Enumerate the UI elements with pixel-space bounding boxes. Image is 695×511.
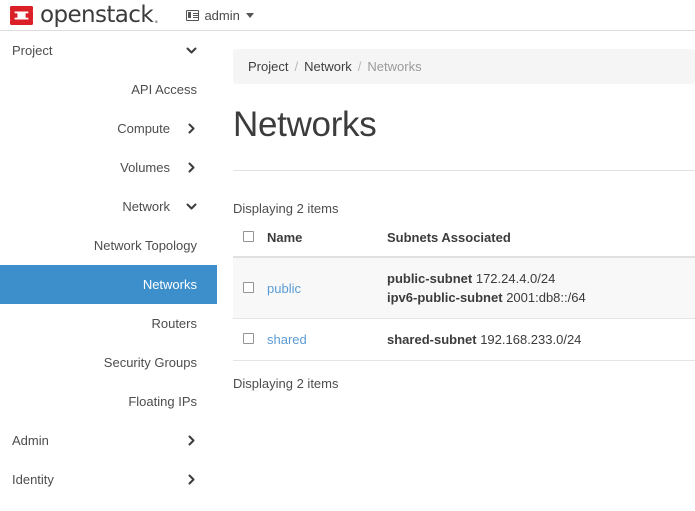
breadcrumb: Project / Network / Networks [233, 49, 695, 84]
row-select-cell [233, 318, 267, 361]
chevron-right-icon [186, 123, 197, 134]
breadcrumb-item-networks: Networks [367, 59, 422, 74]
top-header-bar: openstack. admin [0, 0, 695, 31]
sidebar-item-network[interactable]: Network [0, 187, 217, 226]
row-checkbox[interactable] [243, 281, 254, 293]
select-all-checkbox[interactable] [243, 231, 254, 242]
breadcrumb-separator: / [294, 59, 299, 74]
chevron-down-icon [186, 45, 197, 56]
table-top-count: Displaying 2 items [233, 201, 339, 216]
sidebar-item-network-topology[interactable]: Network Topology [0, 226, 217, 265]
subnet-entry: ipv6-public-subnet 2001:db8::/64 [387, 288, 695, 307]
sidebar-item-label: Routers [151, 316, 197, 331]
sidebar-item-label: Network [122, 199, 170, 214]
row-subnets-cell: shared-subnet 192.168.233.0/24 [387, 318, 695, 361]
sidebar-item-project[interactable]: Project [0, 31, 217, 70]
table-row: public public-subnet 172.24.4.0/24 ipv6-… [233, 257, 695, 319]
caret-down-icon [245, 12, 254, 18]
sidebar-item-label: Identity [12, 472, 54, 487]
chevron-right-icon [186, 474, 197, 485]
table-header-subnets[interactable]: Subnets Associated [387, 230, 695, 258]
brand-logo[interactable]: openstack. [9, 2, 159, 29]
user-menu-label: admin [204, 7, 240, 23]
sidebar-item-volumes[interactable]: Volumes [0, 148, 217, 187]
sidebar-item-label: Security Groups [103, 355, 197, 370]
sidebar-item-label: Volumes [120, 160, 170, 175]
subnet-cidr: 192.168.233.0/24 [480, 332, 582, 347]
sidebar-item-identity[interactable]: Identity [0, 460, 217, 499]
table-bottom-count: Displaying 2 items [233, 376, 339, 391]
subnet-entry: public-subnet 172.24.4.0/24 [387, 269, 695, 288]
page-title: Networks [233, 105, 377, 144]
breadcrumb-item-network[interactable]: Network [304, 59, 352, 74]
row-subnets-cell: public-subnet 172.24.4.0/24 ipv6-public-… [387, 257, 695, 319]
row-name-cell: public [267, 257, 387, 319]
sidebar-item-label: Project [12, 43, 53, 58]
networks-table-container: Displaying 2 items Name Subnets Associat… [233, 201, 695, 391]
sidebar-item-compute[interactable]: Compute [0, 109, 217, 148]
network-link-public[interactable]: public [267, 281, 301, 296]
brand-dot: . [153, 1, 160, 28]
chevron-right-icon [186, 162, 197, 173]
openstack-logo-icon [9, 5, 34, 26]
sidebar-item-security-groups[interactable]: Security Groups [0, 343, 217, 382]
breadcrumb-item-project[interactable]: Project [248, 59, 288, 74]
sidebar-item-admin[interactable]: Admin [0, 421, 217, 460]
sidebar-item-label: Admin [12, 433, 49, 448]
chevron-down-icon [186, 201, 197, 212]
sidebar-item-label: Networks [142, 277, 197, 292]
table-header-row: Name Subnets Associated [233, 230, 695, 258]
user-card-icon [186, 9, 200, 21]
row-checkbox[interactable] [243, 333, 254, 344]
title-divider [233, 170, 695, 171]
subnet-cidr: 172.24.4.0/24 [475, 271, 556, 286]
subnet-entry: shared-subnet 192.168.233.0/24 [387, 330, 695, 349]
sidebar-item-networks[interactable]: Networks [0, 265, 217, 304]
row-name-cell: shared [267, 318, 387, 361]
subnet-cidr: 2001:db8::/64 [506, 290, 586, 305]
sidebar-item-label: Floating IPs [128, 394, 197, 409]
main-content: Project / Network / Networks Networks Di… [217, 31, 695, 511]
subnet-name: public-subnet [387, 271, 473, 286]
subnet-name: ipv6-public-subnet [387, 290, 503, 305]
sidebar-item-label: Network Topology [93, 238, 197, 253]
sidebar-navigation: Project API Access Compute Volumes Netwo… [0, 31, 217, 511]
sidebar-item-floating-ips[interactable]: Floating IPs [0, 382, 217, 421]
table-header-name[interactable]: Name [267, 230, 387, 258]
networks-table: Name Subnets Associated public public-su… [233, 230, 695, 361]
subnet-name: shared-subnet [387, 332, 477, 347]
breadcrumb-separator: / [357, 59, 362, 74]
table-row: shared shared-subnet 192.168.233.0/24 [233, 318, 695, 361]
network-link-shared[interactable]: shared [267, 332, 307, 347]
user-menu-dropdown[interactable]: admin [186, 7, 254, 23]
sidebar-item-api-access[interactable]: API Access [0, 70, 217, 109]
sidebar-item-routers[interactable]: Routers [0, 304, 217, 343]
sidebar-item-label: Compute [117, 121, 170, 136]
brand-name: openstack [40, 1, 154, 28]
table-header-select-all [233, 230, 267, 258]
row-select-cell [233, 257, 267, 319]
sidebar-item-label: API Access [131, 82, 197, 97]
chevron-right-icon [186, 435, 197, 446]
